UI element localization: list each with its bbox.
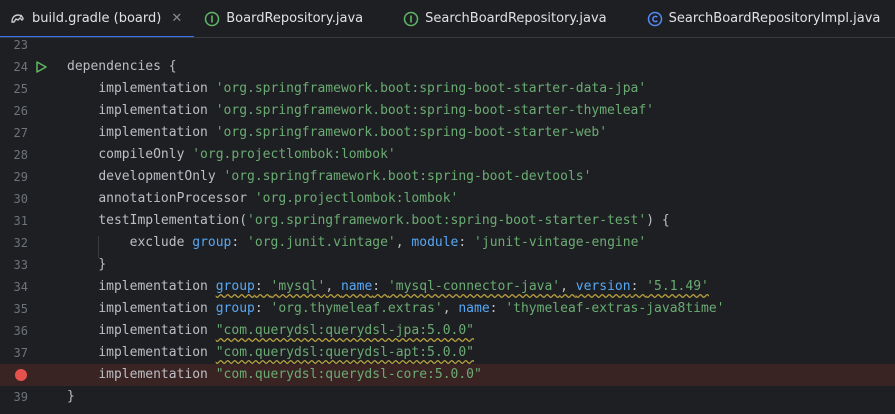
tab-search-board-repository[interactable]: SearchBoardRepository.java [393,0,637,37]
line-number: 30 [13,192,28,206]
code-line: 28 compileOnly 'org.projectlombok:lombok… [0,144,895,166]
line-number: 29 [13,170,28,184]
line-number: 24 [13,60,28,74]
interface-icon [403,11,419,27]
line-number: 33 [13,258,28,272]
tab-label: SearchBoardRepository.java [425,11,607,26]
code-line: 32 exclude group: 'org.junit.vintage', m… [0,232,895,254]
code-line: 27 implementation 'org.springframework.b… [0,122,895,144]
code-text: implementation "com.querydsl:querydsl-co… [98,367,482,382]
code-text: implementation 'org.springframework.boot… [98,125,608,140]
code-text: } [98,257,107,272]
code-text: exclude group: 'org.junit.vintage', modu… [129,235,647,250]
line-number: 35 [13,302,28,316]
code-line: 23 [0,34,895,56]
tab-label: SearchBoardRepositoryImpl.java [668,11,881,26]
code-text: implementation "com.querydsl:querydsl-ap… [98,345,474,360]
code-text: dependencies { [67,59,177,74]
code-text: implementation group: 'mysql', name: 'my… [98,279,709,294]
class-icon [647,11,663,27]
code-text: implementation 'org.springframework.boot… [98,81,647,96]
gradle-icon [10,11,26,27]
tab-build-gradle[interactable]: build.gradle (board) ✕ [0,0,195,37]
code-line: 33 } [0,254,895,276]
code-line: 25 implementation 'org.springframework.b… [0,78,895,100]
line-number: 28 [13,148,28,162]
code-line: 26 implementation 'org.springframework.b… [0,100,895,122]
code-line: 30 annotationProcessor 'org.projectlombo… [0,188,895,210]
code-line: 36 implementation "com.querydsl:querydsl… [0,320,895,342]
tab-label: build.gradle (board) [32,11,162,26]
code-line: 37 implementation "com.querydsl:querydsl… [0,342,895,364]
code-line: 29 developmentOnly 'org.springframework.… [0,166,895,188]
line-number: 39 [13,390,28,404]
line-number: 27 [13,126,28,140]
code-text: implementation "com.querydsl:querydsl-jp… [98,323,474,338]
line-number: 32 [13,236,28,250]
code-line: 35 implementation group: 'org.thymeleaf.… [0,298,895,320]
code-text: testImplementation('org.springframework.… [98,213,670,228]
interface-icon [204,11,220,27]
code-text: } [67,389,75,404]
code-line: 34 implementation group: 'mysql', name: … [0,276,895,298]
code-text: implementation 'org.springframework.boot… [98,103,655,118]
tab-label: BoardRepository.java [226,11,364,26]
breakpoint-icon[interactable] [12,364,30,386]
code-editor[interactable]: 23 24 dependencies { 25 implementation '… [0,38,895,414]
code-text: compileOnly 'org.projectlombok:lombok' [98,147,396,162]
tab-board-repository[interactable]: BoardRepository.java [194,0,393,37]
line-number: 36 [13,324,28,338]
code-text: annotationProcessor 'org.projectlombok:l… [98,191,459,206]
editor-tab-bar: build.gradle (board) ✕ BoardRepository.j… [0,0,895,38]
tab-search-board-repository-impl[interactable]: SearchBoardRepositoryImpl.java [637,0,895,37]
code-text: developmentOnly 'org.springframework.boo… [98,169,592,184]
line-number: 26 [13,104,28,118]
line-number: 23 [13,38,28,52]
line-number: 25 [13,82,28,96]
code-line: 24 dependencies { [0,56,895,78]
close-icon[interactable]: ✕ [171,12,182,25]
code-line-breakpoint: implementation "com.querydsl:querydsl-co… [0,364,895,386]
code-line: 31 testImplementation('org.springframewo… [0,210,895,232]
code-line: 39 } [0,386,895,408]
line-number: 31 [13,214,28,228]
code-text: implementation group: 'org.thymeleaf.ext… [98,301,725,316]
line-number: 34 [13,280,28,294]
line-number: 37 [13,346,28,360]
run-icon[interactable] [32,56,50,78]
